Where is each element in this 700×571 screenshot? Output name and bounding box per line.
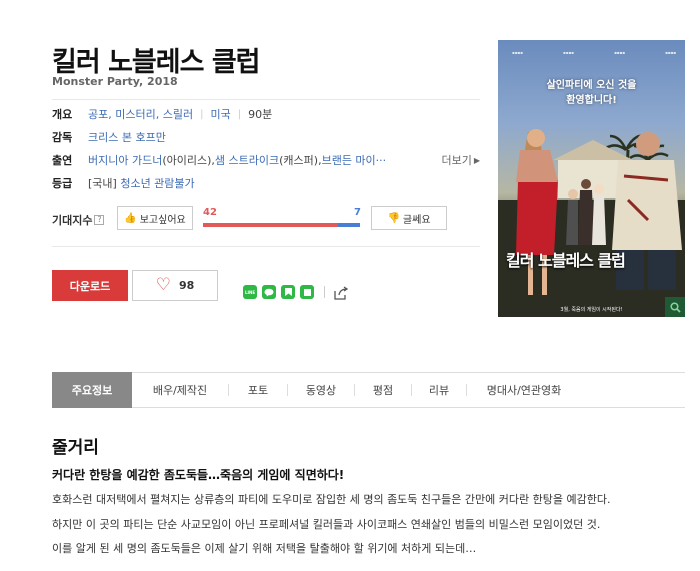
- want-to-see-label: 보고싶어요: [139, 214, 186, 226]
- cast-link-1[interactable]: 버지니아 가드너: [88, 152, 162, 168]
- movie-title: 킬러 노블레스 클럽: [52, 47, 261, 78]
- poster-release: 3월, 죽음의 게임이 시작된다!: [560, 307, 623, 313]
- thumbs-up-icon: 👍: [124, 212, 137, 224]
- movie-subtitle: Monster Party, 2018: [52, 75, 178, 88]
- poster-tagline-1: 살인파티에 오신 것을: [546, 80, 637, 91]
- info-row-overview: 개요 공포, 미스터리, 스릴러 | 미국 | 90분: [52, 105, 480, 123]
- detail-tabs: 주요정보 배우/제작진 포토 동영상 평점 리뷰 명대사/연관영화: [52, 372, 685, 408]
- poster-tagline: 살인파티에 오신 것을 환영합니다!: [498, 78, 685, 108]
- magnifier-glyph: [669, 301, 681, 313]
- poster-credits: ▪▪▪▪ ▪▪▪▪ ▪▪▪▪ ▪▪▪▪: [512, 50, 676, 55]
- plot-line-2: 하지만 이 곳의 파티는 단순 사교모임이 아닌 프로페셔널 킬러들과 사이코패…: [52, 518, 601, 531]
- share-row: LINE: [243, 285, 349, 300]
- cast-link-2[interactable]: 샘 스트라이크: [215, 152, 279, 168]
- plot-section-title: 줄거리: [52, 438, 99, 458]
- zoom-icon[interactable]: [665, 297, 685, 317]
- chevron-right-icon: ▶: [473, 155, 480, 165]
- share-out-icon[interactable]: [333, 285, 349, 300]
- kakaostory-icon[interactable]: [300, 285, 314, 299]
- want-to-see-button[interactable]: 👍 보고싶어요: [117, 206, 193, 230]
- cast-role-2: (캐스퍼),: [279, 154, 322, 167]
- tab-cast-crew[interactable]: 배우/제작진: [132, 372, 228, 408]
- title-divider: [52, 99, 480, 100]
- expectation-bar: [203, 223, 360, 227]
- info-row-director: 감독 크리스 본 호프만: [52, 128, 480, 146]
- meh-count: 7: [354, 207, 361, 218]
- tab-photo[interactable]: 포토: [229, 372, 287, 408]
- want-count: 42: [203, 207, 217, 218]
- story-glyph: [303, 288, 311, 296]
- separator: |: [237, 108, 242, 120]
- like-count: 98: [178, 279, 195, 292]
- actions-divider: [52, 246, 480, 247]
- help-icon[interactable]: ?: [94, 215, 105, 225]
- director-link[interactable]: 크리스 본 호프만: [88, 129, 166, 145]
- like-button[interactable]: ♡ 98: [132, 270, 218, 301]
- tab-review[interactable]: 리뷰: [412, 372, 466, 408]
- meh-button[interactable]: 👎 글쎄요: [371, 206, 447, 230]
- cast-label: 출연: [52, 154, 73, 167]
- cast-role-1: (아이리스),: [162, 154, 215, 167]
- heart-icon: ♡: [155, 275, 171, 295]
- tab-video[interactable]: 동영상: [288, 372, 354, 408]
- cast-link-3[interactable]: 브랜든 마이···: [322, 152, 387, 168]
- tab-main-info[interactable]: 주요정보: [52, 372, 132, 408]
- download-button[interactable]: 다운로드: [52, 270, 128, 301]
- rating-label: 등급: [52, 177, 73, 190]
- movie-poster[interactable]: ▪▪▪▪ ▪▪▪▪ ▪▪▪▪ ▪▪▪▪ 살인파티에 오신 것을 환영합니다! 킬러 노…: [498, 40, 685, 317]
- expectation-label: 기대지수 ?: [52, 212, 105, 228]
- director-label: 감독: [52, 131, 73, 144]
- band-glyph: [284, 288, 292, 296]
- poster-tagline-2: 환영합니다!: [566, 95, 617, 106]
- talk-bubble-glyph: [264, 288, 274, 296]
- share-out-glyph: [334, 286, 349, 300]
- want-bar: [203, 223, 338, 227]
- share-separator: [324, 286, 325, 298]
- band-icon[interactable]: [281, 285, 295, 299]
- overview-label: 개요: [52, 108, 73, 121]
- plot-headline: 커다란 한탕을 예감한 좀도둑들…죽음의 게임에 직면하다!: [52, 468, 345, 482]
- plot-line-3: 이를 알게 된 세 명의 좀도둑들은 이제 살기 위해 저택을 탈출해야 할 위…: [52, 542, 477, 555]
- meh-label: 글쎄요: [402, 214, 431, 226]
- plot-line-1: 호화스런 대저택에서 펼쳐지는 상류층의 파티에 도우미로 잠입한 세 명의 좀…: [52, 493, 611, 506]
- tab-rating[interactable]: 평점: [355, 372, 411, 408]
- more-label: 더보기: [441, 154, 472, 167]
- info-row-rating: 등급 [국내] 청소년 관람불가: [52, 174, 480, 192]
- more-cast-link[interactable]: 더보기 ▶: [441, 152, 480, 168]
- tab-quotes-related[interactable]: 명대사/연관영화: [467, 372, 581, 408]
- kakaotalk-icon[interactable]: [262, 285, 276, 299]
- country-link[interactable]: 미국: [210, 106, 230, 122]
- expectation-label-text: 기대지수: [52, 214, 93, 227]
- genre-link[interactable]: 공포, 미스터리, 스릴러: [88, 106, 193, 122]
- runtime: 90분: [248, 108, 273, 121]
- info-row-cast: 출연 버지니아 가드너 (아이리스), 샘 스트라이크 (캐스퍼), 브랜든 마이·…: [52, 151, 480, 169]
- meh-bar: [337, 223, 360, 227]
- poster-title: 킬러 노블레스 클럽: [506, 251, 626, 270]
- thumbs-down-icon: 👎: [387, 212, 400, 224]
- rating-region: [국내]: [88, 177, 117, 190]
- line-icon-text: LINE: [244, 289, 256, 295]
- rating-link[interactable]: 청소년 관람불가: [120, 175, 194, 191]
- line-icon[interactable]: LINE: [243, 285, 257, 299]
- separator: |: [200, 108, 204, 120]
